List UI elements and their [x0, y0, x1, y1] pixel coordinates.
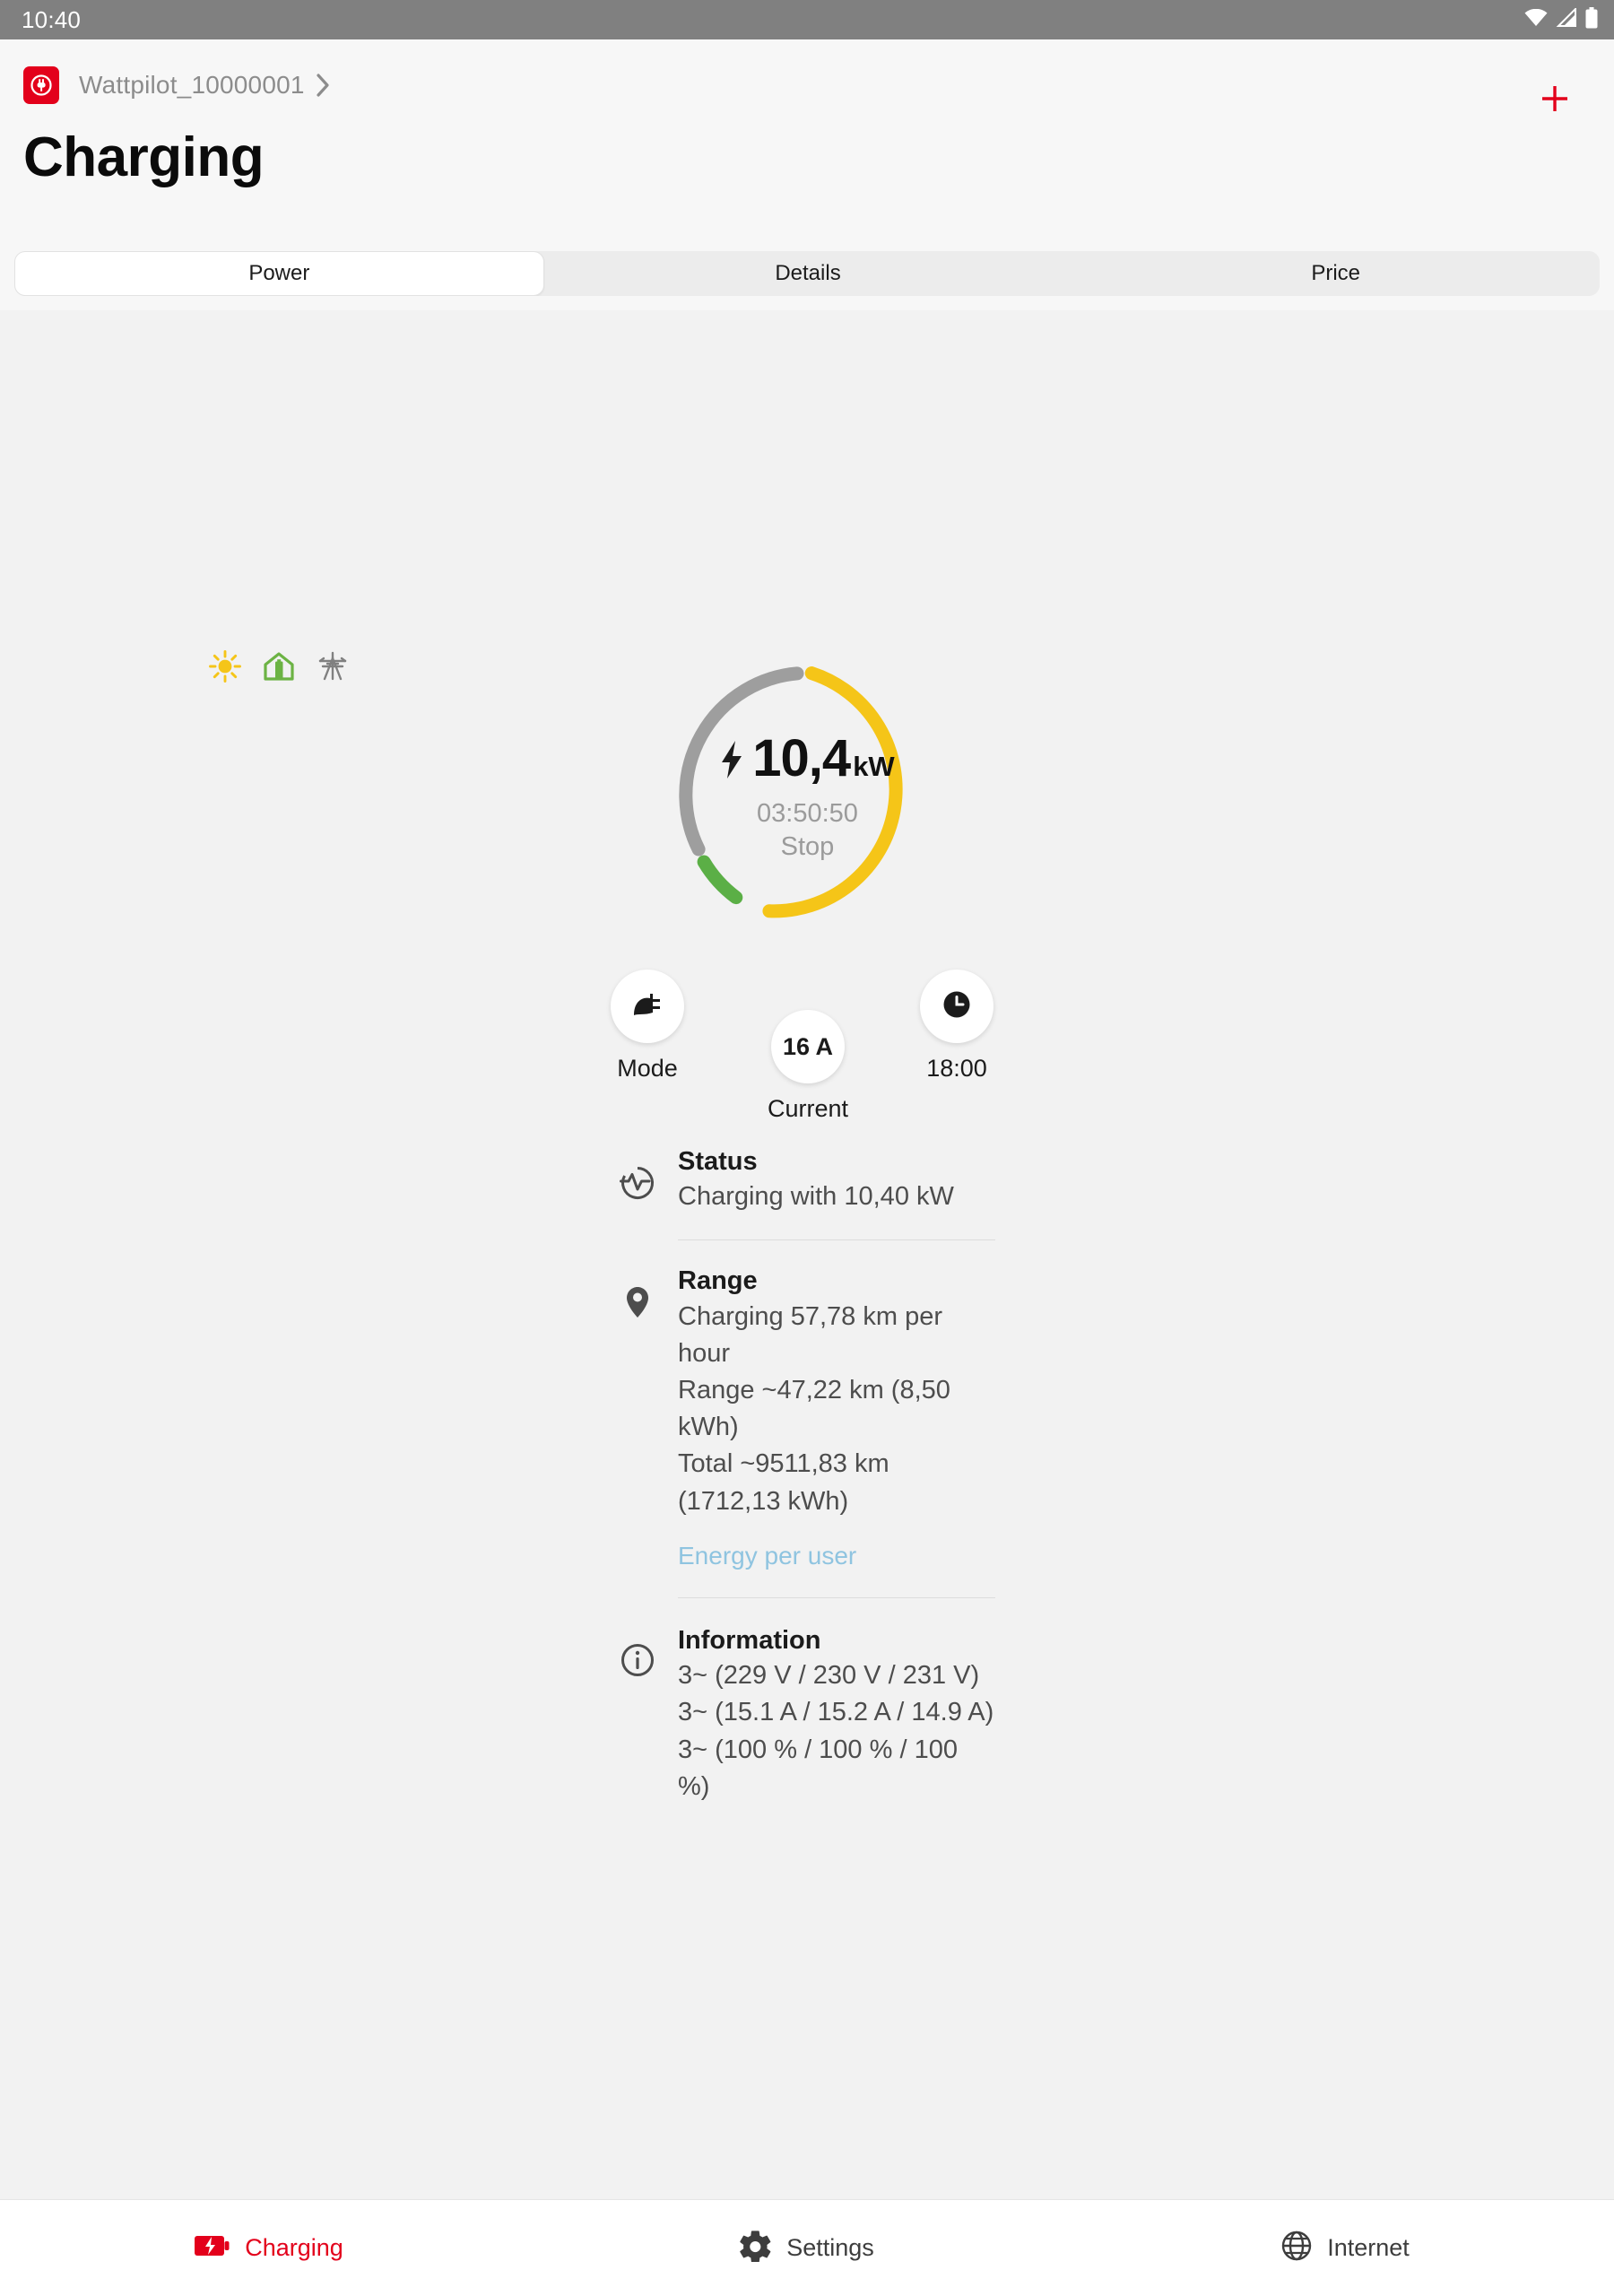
gauge-power-unit: kW [853, 751, 895, 782]
tabbar-wrapper: Power Details Price [0, 251, 1614, 310]
current-label: Current [768, 1095, 849, 1122]
add-device-button[interactable] [1530, 74, 1580, 124]
status-bar-clock: 10:40 [22, 5, 82, 33]
nav-label-charging: Charging [245, 2234, 343, 2261]
house-battery-icon [262, 649, 296, 688]
information-line-1: 3~ (229 V / 230 V / 231 V) [678, 1661, 980, 1691]
energy-source-icons [208, 649, 350, 688]
gauge-timer: 03:50:50 [757, 799, 858, 828]
activity-pulse-icon [619, 1144, 678, 1202]
control-row: Mode 16 A Current 18:00 [592, 968, 1022, 1125]
timer-control[interactable]: 18:00 [920, 970, 994, 1083]
mode-label: Mode [617, 1055, 678, 1082]
device-name: Wattpilot_10000001 [79, 71, 305, 99]
cellular-signal-icon [1556, 6, 1577, 31]
mode-control[interactable]: Mode [611, 970, 684, 1083]
clock-icon [940, 987, 974, 1026]
status-line-1: Charging with 10,40 kW [678, 1182, 954, 1212]
wattpilot-plug-logo [23, 66, 59, 104]
gauge-power-row: 10,4 kW [720, 728, 895, 788]
tabbar: Power Details Price [14, 251, 1600, 296]
status-bar-icons [1524, 6, 1598, 33]
timer-button[interactable] [920, 970, 994, 1043]
range-line-3: Total ~9511,83 km (1712,13 kWh) [678, 1449, 889, 1516]
app-header: Wattpilot_10000001 Charging [0, 39, 1614, 251]
battery-icon [1585, 6, 1598, 33]
nav-item-charging[interactable]: Charging [0, 2234, 538, 2262]
info-circle-icon [619, 1622, 678, 1679]
info-section-range: Range Charging 57,78 km per hour Range ~… [619, 1264, 995, 1572]
range-line-1: Charging 57,78 km per hour [678, 1301, 942, 1368]
bottom-navigation: Charging Settings Internet [0, 2199, 1614, 2296]
globe-icon [1280, 2230, 1313, 2266]
content-area: 10,4 kW 03:50:50 Stop Mode 16 A Current … [0, 310, 1614, 2199]
divider [678, 1239, 995, 1241]
info-section-information: Information 3~ (229 V / 230 V / 231 V) 3… [619, 1622, 995, 1805]
status-title: Status [678, 1147, 758, 1176]
nav-label-settings: Settings [786, 2234, 874, 2261]
status-bar: 10:40 [0, 0, 1614, 39]
chevron-right-icon [316, 73, 332, 98]
device-selector[interactable]: Wattpilot_10000001 [0, 39, 1614, 104]
status-body: Status Charging with 10,40 kW [678, 1144, 995, 1215]
tab-power[interactable]: Power [14, 251, 544, 296]
information-line-2: 3~ (15.1 A / 15.2 A / 14.9 A) [678, 1698, 994, 1727]
plug-icon [630, 990, 664, 1023]
power-gauge[interactable]: 10,4 kW 03:50:50 Stop [672, 659, 943, 931]
power-pylon-icon [316, 649, 350, 688]
information-line-3: 3~ (100 % / 100 % / 100 %) [678, 1735, 958, 1801]
tab-price[interactable]: Price [1072, 251, 1600, 296]
nav-item-internet[interactable]: Internet [1076, 2230, 1614, 2266]
information-title: Information [678, 1625, 821, 1655]
info-section-status: Status Charging with 10,40 kW [619, 1144, 995, 1215]
lightning-bolt-icon [720, 740, 743, 779]
timer-label: 18:00 [926, 1055, 987, 1082]
gauge-stop-action[interactable]: Stop [781, 832, 835, 862]
battery-charging-icon [195, 2234, 230, 2262]
location-pin-icon [619, 1264, 678, 1321]
page-title: Charging [23, 126, 265, 188]
current-control[interactable]: 16 A Current [768, 1010, 848, 1123]
tab-details[interactable]: Details [544, 251, 1072, 296]
range-title: Range [678, 1266, 758, 1296]
range-body: Range Charging 57,78 km per hour Range ~… [678, 1264, 995, 1572]
current-button[interactable]: 16 A [771, 1010, 846, 1083]
current-value: 16 A [783, 1032, 834, 1060]
info-list: Status Charging with 10,40 kW Range Char… [619, 1144, 995, 1805]
plus-icon [1542, 86, 1567, 111]
range-line-2: Range ~47,22 km (8,50 kWh) [678, 1376, 950, 1442]
divider [678, 1596, 995, 1598]
nav-item-settings[interactable]: Settings [538, 2230, 1076, 2266]
gauge-power-value: 10,4 [752, 729, 851, 787]
gauge-center-text: 10,4 kW 03:50:50 Stop [672, 659, 943, 931]
mode-button[interactable] [611, 970, 684, 1043]
wifi-icon [1524, 8, 1548, 31]
information-body: Information 3~ (229 V / 230 V / 231 V) 3… [678, 1622, 995, 1805]
gear-icon [740, 2230, 772, 2266]
energy-per-user-link[interactable]: Energy per user [678, 1538, 856, 1573]
app-screen: 10:40 Wattpilot_10000001 Charging Power … [0, 0, 1614, 2296]
nav-label-internet: Internet [1327, 2234, 1410, 2261]
sun-icon [208, 649, 242, 688]
